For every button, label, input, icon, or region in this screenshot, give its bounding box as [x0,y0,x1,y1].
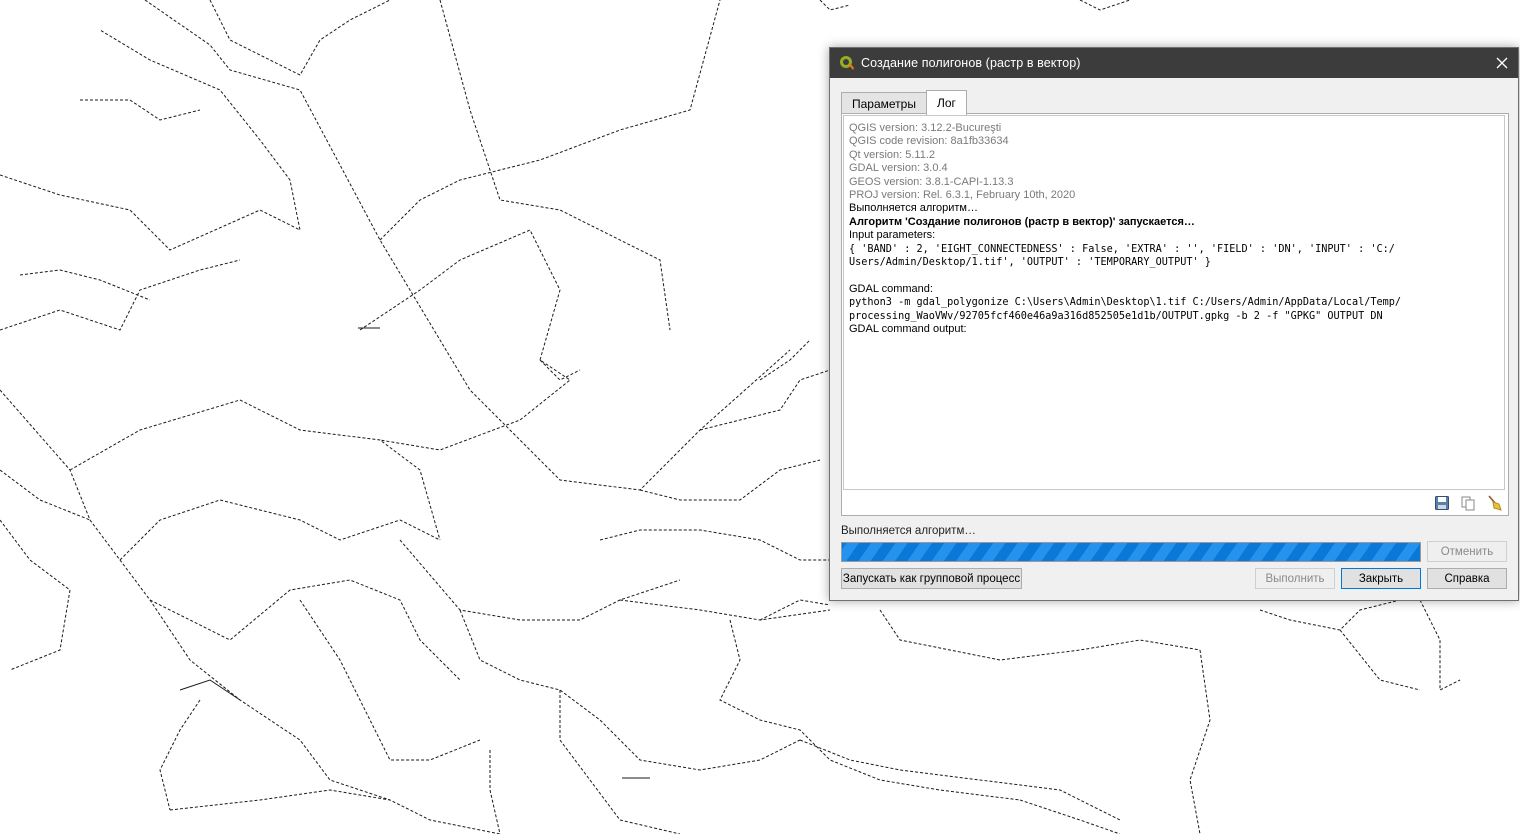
copy-icon[interactable] [1460,495,1476,511]
log-line: PROJ version: Rel. 6.3.1, February 10th,… [849,189,1076,202]
progress-fill [842,543,1420,561]
log-text-area[interactable]: QGIS version: 3.12.2-Bucureşti QGIS code … [843,115,1505,490]
log-line: GDAL command output: [849,323,967,336]
log-line: GDAL version: 3.0.4 [849,162,948,175]
log-line: Qt version: 5.11.2 [849,148,936,161]
log-line: Алгоритм 'Создание полигонов (растр в ве… [849,215,1195,228]
run-button[interactable]: Выполнить [1255,568,1335,589]
log-line: python3 -m gdal_polygonize C:\Users\Admi… [849,297,1402,309]
qgis-logo-icon [839,55,855,71]
help-button[interactable]: Справка [1427,568,1507,589]
close-window-button[interactable] [1490,51,1514,75]
dialog-titlebar[interactable]: Создание полигонов (растр в вектор) [830,48,1518,78]
log-line: { 'BAND' : 2, 'EIGHT_CONNECTEDNESS' : Fa… [849,243,1395,255]
run-as-batch-button[interactable]: Запускать как групповой процесс [841,568,1022,589]
close-icon [1496,57,1508,69]
log-line: processing_WaoVWv/92705fcf460e46a9a316d8… [849,310,1383,322]
log-line: QGIS version: 3.12.2-Bucureşti [849,122,1002,134]
cancel-button[interactable]: Отменить [1427,541,1507,562]
dialog-title: Создание полигонов (растр в вектор) [861,56,1081,70]
processing-dialog: Создание полигонов (растр в вектор) Пара… [829,47,1519,601]
tab-log[interactable]: Лог [925,90,967,115]
log-line: GEOS version: 3.8.1-CAPI-1.13.3 [849,175,1014,188]
log-line: GDAL command: [849,282,933,295]
log-line: Выполняется алгоритм… [849,202,978,215]
log-toolbar [1434,495,1502,511]
log-tab-panel: QGIS version: 3.12.2-Bucureşti QGIS code … [841,113,1509,516]
tab-parameters[interactable]: Параметры [841,92,927,114]
save-icon[interactable] [1434,495,1450,511]
status-label: Выполняется алгоритм… [841,525,976,537]
clear-broom-icon[interactable] [1486,495,1502,511]
log-line: Users/Admin/Desktop/1.tif', 'OUTPUT' : '… [849,257,1211,269]
dialog-tabs: Параметры Лог [841,90,967,115]
progress-bar [841,542,1421,562]
log-line: Input parameters: [849,229,936,242]
log-line: QGIS code revision: 8a1fb33634 [849,135,1009,148]
close-button[interactable]: Закрыть [1341,568,1421,589]
